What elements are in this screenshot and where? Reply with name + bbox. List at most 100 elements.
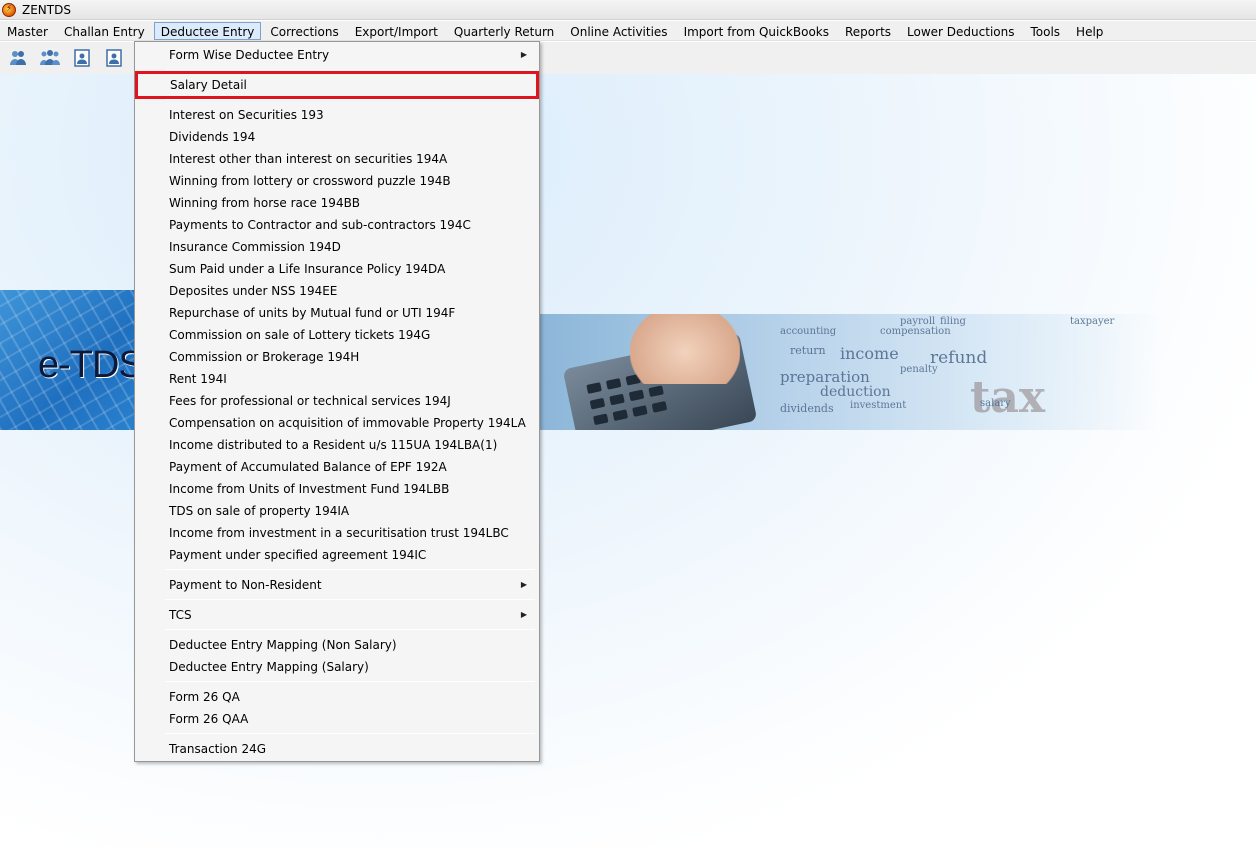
- word-cloud-term: income: [840, 344, 899, 363]
- menu-separator: [165, 629, 535, 630]
- document-user-icon[interactable]: [100, 44, 128, 72]
- menu-challan-entry[interactable]: Challan Entry: [57, 22, 152, 40]
- menu-item-label: Commission on sale of Lottery tickets 19…: [169, 328, 431, 342]
- menu-item-label: Winning from lottery or crossword puzzle…: [169, 174, 451, 188]
- menu-item-winning-from-horse-race-194bb[interactable]: Winning from horse race 194BB: [137, 192, 537, 214]
- word-cloud-term: deduction: [820, 384, 891, 400]
- submenu-arrow-icon: ▶: [520, 580, 527, 589]
- menu-item-income-distributed-to-a-resident-u-s-115ua-194lba-1[interactable]: Income distributed to a Resident u/s 115…: [137, 434, 537, 456]
- menu-reports[interactable]: Reports: [838, 22, 898, 40]
- menu-item-deposites-under-nss-194ee[interactable]: Deposites under NSS 194EE: [137, 280, 537, 302]
- menu-item-label: Transaction 24G: [169, 742, 267, 756]
- menu-deductee-entry[interactable]: Deductee Entry: [153, 21, 262, 40]
- menu-item-label: Fees for professional or technical servi…: [169, 394, 451, 408]
- banner-graphic-right: income refund preparation deduction tax payro…: [540, 314, 1160, 430]
- menu-item-interest-other-than-interest-on-securities-194a[interactable]: Interest other than interest on securiti…: [137, 148, 537, 170]
- app-logo-icon: ⚡: [2, 2, 16, 17]
- submenu-arrow-icon: ▶: [520, 610, 527, 619]
- menu-item-repurchase-of-units-by-mutual-fund-or-uti-194f[interactable]: Repurchase of units by Mutual fund or UT…: [137, 302, 537, 324]
- word-cloud-term: taxpayer: [1070, 316, 1115, 327]
- word-cloud-term: refund: [930, 348, 988, 368]
- menu-item-income-from-investment-in-a-securitisation-trust-194lbc[interactable]: Income from investment in a securitisati…: [137, 522, 537, 544]
- menu-help[interactable]: Help: [1069, 22, 1110, 40]
- menu-item-label: Form 26 QAA: [169, 712, 249, 726]
- menu-item-winning-from-lottery-or-crossword-puzzle-194b[interactable]: Winning from lottery or crossword puzzle…: [137, 170, 537, 192]
- menu-item-label: Winning from horse race 194BB: [169, 196, 361, 210]
- menu-item-label: Repurchase of units by Mutual fund or UT…: [169, 306, 456, 320]
- user-group-icon[interactable]: [36, 44, 64, 72]
- menu-item-income-from-units-of-investment-fund-194lbb[interactable]: Income from Units of Investment Fund 194…: [137, 478, 537, 500]
- word-cloud-term: investment: [850, 400, 907, 411]
- menu-item-label: Salary Detail: [170, 78, 247, 92]
- menu-item-label: TDS on sale of property 194IA: [169, 504, 350, 518]
- menu-lower-deductions[interactable]: Lower Deductions: [900, 22, 1021, 40]
- word-cloud-term: return: [790, 344, 826, 357]
- menu-item-label: Form Wise Deductee Entry: [169, 48, 330, 62]
- menu-item-label: Payment to Non-Resident: [169, 578, 322, 592]
- menu-item-label: Income from Units of Investment Fund 194…: [169, 482, 450, 496]
- word-cloud-term: compensation: [880, 326, 951, 337]
- menu-item-payment-to-non-resident[interactable]: Payment to Non-Resident ▶: [137, 574, 537, 596]
- menu-item-tds-on-sale-of-property-194ia[interactable]: TDS on sale of property 194IA: [137, 500, 537, 522]
- menu-item-payment-under-specified-agreement-194ic[interactable]: Payment under specified agreement 194IC: [137, 544, 537, 566]
- menu-item-sum-paid-under-a-life-insurance-policy-194da[interactable]: Sum Paid under a Life Insurance Policy 1…: [137, 258, 537, 280]
- menu-item-salary-detail[interactable]: Salary Detail: [135, 71, 539, 99]
- menu-item-rent-194i[interactable]: Rent 194I: [137, 368, 537, 390]
- menu-item-label: Interest on Securities 193: [169, 108, 324, 122]
- menu-separator: [165, 599, 535, 600]
- menu-item-label: Payments to Contractor and sub-contracto…: [169, 218, 471, 232]
- menu-online-activities[interactable]: Online Activities: [563, 22, 674, 40]
- menu-item-payments-to-contractor-and-sub-contractors-194c[interactable]: Payments to Contractor and sub-contracto…: [137, 214, 537, 236]
- menu-master[interactable]: Master: [0, 22, 55, 40]
- title-bar: ⚡ ZENTDS: [0, 0, 1256, 20]
- window-title: ZENTDS: [22, 2, 71, 17]
- menu-item-payment-of-accumulated-balance-of-epf-192a[interactable]: Payment of Accumulated Balance of EPF 19…: [137, 456, 537, 478]
- menu-item-label: Deposites under NSS 194EE: [169, 284, 338, 298]
- menu-quarterly-return[interactable]: Quarterly Return: [447, 22, 561, 40]
- menu-bar: Master Challan Entry Deductee Entry Correct…: [0, 21, 1256, 41]
- menu-item-label: Payment under specified agreement 194IC: [169, 548, 427, 562]
- menu-tools[interactable]: Tools: [1023, 22, 1067, 40]
- menu-item-transaction-24g[interactable]: Transaction 24G: [137, 738, 537, 760]
- menu-export-import[interactable]: Export/Import: [348, 22, 445, 40]
- menu-item-deductee-entry-mapping-non-salary[interactable]: Deductee Entry Mapping (Non Salary): [137, 634, 537, 656]
- menu-item-form-26-qaa[interactable]: Form 26 QAA: [137, 708, 537, 730]
- menu-item-insurance-commission-194d[interactable]: Insurance Commission 194D: [137, 236, 537, 258]
- menu-item-label: Payment of Accumulated Balance of EPF 19…: [169, 460, 447, 474]
- deductee-entry-dropdown: Form Wise Deductee Entry ▶ Salary Detail In…: [134, 41, 540, 762]
- menu-item-label: Income distributed to a Resident u/s 115…: [169, 438, 498, 452]
- word-cloud-term: dividends: [780, 402, 834, 415]
- menu-item-dividends-194[interactable]: Dividends 194: [137, 126, 537, 148]
- menu-item-label: Commission or Brokerage 194H: [169, 350, 360, 364]
- menu-item-label: Deductee Entry Mapping (Salary): [169, 660, 369, 674]
- menu-item-form-26-qa[interactable]: Form 26 QA: [137, 686, 537, 708]
- menu-import-from-quickbooks[interactable]: Import from QuickBooks: [677, 22, 836, 40]
- menu-item-commission-or-brokerage-194h[interactable]: Commission or Brokerage 194H: [137, 346, 537, 368]
- menu-item-deductee-entry-mapping-salary[interactable]: Deductee Entry Mapping (Salary): [137, 656, 537, 678]
- word-cloud-term: filing: [940, 316, 966, 327]
- menu-separator: [165, 69, 535, 70]
- menu-corrections[interactable]: Corrections: [263, 22, 345, 40]
- tax-word-cloud: income refund preparation deduction tax payro…: [780, 314, 1160, 430]
- menu-item-label: Insurance Commission 194D: [169, 240, 341, 254]
- banner-title: e-TDS: [38, 344, 144, 386]
- menu-separator: [165, 681, 535, 682]
- menu-item-form-wise-deductee-entry[interactable]: Form Wise Deductee Entry ▶: [137, 44, 537, 66]
- menu-item-interest-on-securities-193[interactable]: Interest on Securities 193: [137, 104, 537, 126]
- menu-item-compensation-on-acquisition-of-immovable-property-194la[interactable]: Compensation on acquisition of immovable…: [137, 412, 537, 434]
- submenu-arrow-icon: ▶: [520, 50, 527, 59]
- menu-item-label: TCS: [169, 608, 192, 622]
- word-cloud-term: penalty: [900, 364, 938, 375]
- menu-item-tcs[interactable]: TCS ▶: [137, 604, 537, 626]
- menu-item-fees-for-professional-or-technical-services-194j[interactable]: Fees for professional or technical servi…: [137, 390, 537, 412]
- menu-item-label: Income from investment in a securitisati…: [169, 526, 509, 540]
- menu-item-label: Rent 194I: [169, 372, 227, 386]
- menu-item-commission-on-sale-of-lottery-tickets-194g[interactable]: Commission on sale of Lottery tickets 19…: [137, 324, 537, 346]
- user-pair-icon[interactable]: [4, 44, 32, 72]
- menu-item-label: Sum Paid under a Life Insurance Policy 1…: [169, 262, 446, 276]
- menu-item-label: Deductee Entry Mapping (Non Salary): [169, 638, 397, 652]
- document-user-icon[interactable]: [68, 44, 96, 72]
- word-cloud-term: accounting: [780, 326, 837, 337]
- word-cloud-term: salary: [980, 398, 1011, 409]
- menu-separator: [165, 99, 535, 100]
